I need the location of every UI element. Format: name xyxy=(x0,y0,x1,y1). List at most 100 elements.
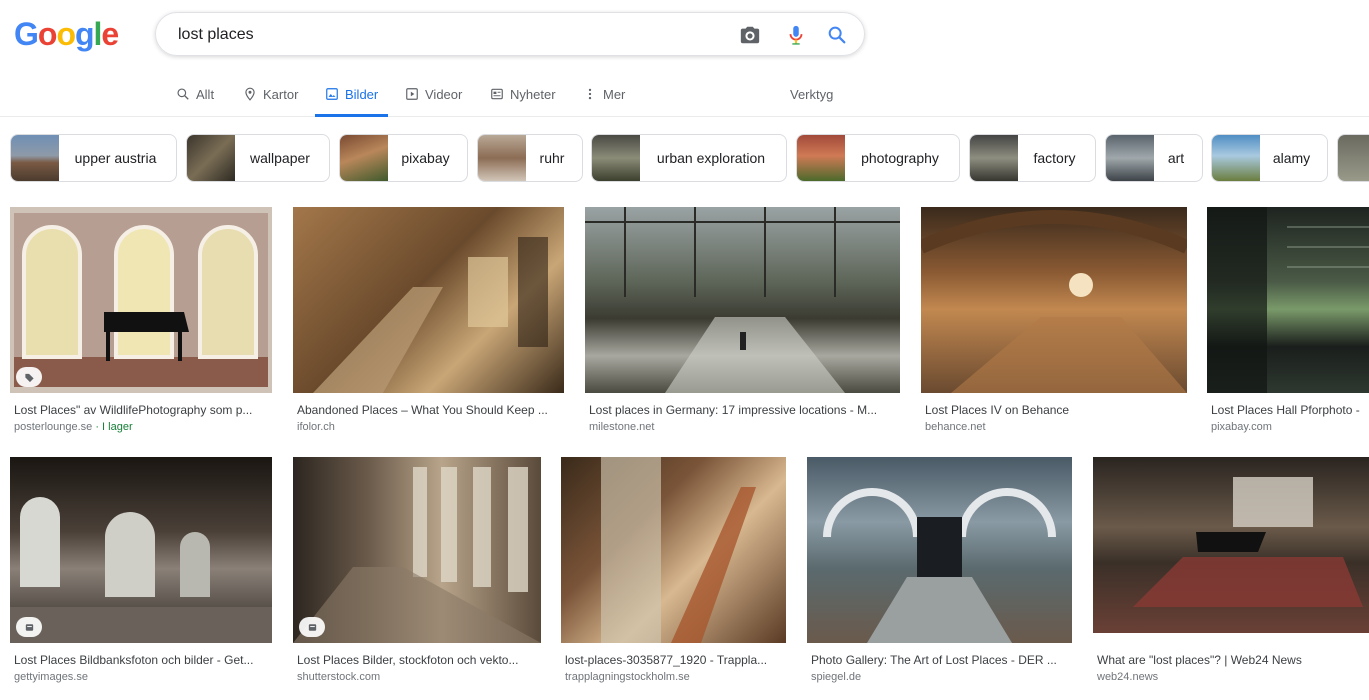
result-title[interactable]: What are "lost places"? | Web24 News xyxy=(1097,653,1369,667)
chip-upper-austria[interactable]: upper austria xyxy=(10,134,177,182)
chip-more[interactable] xyxy=(1337,134,1369,182)
search-tabs: Allt Kartor Bilder Videor Nyheter Mer Ve… xyxy=(0,72,1369,117)
tab-label: Nyheter xyxy=(510,86,556,102)
chip-pixabay[interactable]: pixabay xyxy=(339,134,468,182)
result-image[interactable] xyxy=(10,207,272,393)
chip-label: upper austria xyxy=(74,150,157,166)
result-card[interactable]: Lost Places Bilder, stockfoton och vekto… xyxy=(293,457,541,700)
search-icon[interactable] xyxy=(826,24,848,46)
chip-label: urban exploration xyxy=(656,150,766,166)
chip-thumbnail xyxy=(1106,135,1154,181)
result-image[interactable] xyxy=(293,207,564,393)
result-title[interactable]: Lost Places Hall Pforphoto - xyxy=(1211,403,1369,417)
result-source: posterlounge.se · I lager xyxy=(14,421,133,433)
result-image[interactable] xyxy=(1207,207,1369,393)
result-source: shutterstock.com xyxy=(297,671,381,683)
tab-videor[interactable]: Videor xyxy=(405,72,462,116)
result-title[interactable]: Lost Places IV on Behance xyxy=(925,403,1187,417)
image-content xyxy=(585,207,900,393)
logo-letter: g xyxy=(74,16,95,52)
chip-thumbnail xyxy=(1212,135,1260,181)
image-icon xyxy=(326,88,338,100)
result-image[interactable] xyxy=(293,457,541,643)
result-card[interactable]: Lost Places Hall Pforphoto - pixabay.com xyxy=(1207,207,1369,437)
chip-thumbnail xyxy=(797,135,845,181)
chip-ruhr[interactable]: ruhr xyxy=(477,134,583,182)
logo-letter: o xyxy=(37,16,58,52)
google-logo[interactable]: Google xyxy=(14,16,119,53)
tab-label: Bilder xyxy=(345,86,379,102)
result-card[interactable]: Abandoned Places – What You Should Keep … xyxy=(293,207,564,437)
chip-factory[interactable]: factory xyxy=(969,134,1096,182)
chip-alamy[interactable]: alamy xyxy=(1211,134,1328,182)
image-content xyxy=(10,497,272,643)
result-source: web24.news xyxy=(1097,671,1159,683)
chip-art[interactable]: art xyxy=(1105,134,1203,182)
result-title[interactable]: Lost Places Bildbanksfoton och bilder - … xyxy=(14,653,272,667)
result-card[interactable]: Lost Places Bildbanksfoton och bilder - … xyxy=(10,457,272,700)
logo-letter: e xyxy=(101,16,119,52)
mic-icon[interactable] xyxy=(785,24,807,46)
tab-bilder[interactable]: Bilder xyxy=(315,72,389,117)
chip-thumbnail xyxy=(11,135,59,181)
tab-kartor[interactable]: Kartor xyxy=(243,72,298,116)
logo-letter: G xyxy=(14,16,39,52)
result-title[interactable]: Abandoned Places – What You Should Keep … xyxy=(297,403,564,417)
result-image[interactable] xyxy=(807,457,1072,643)
chip-thumbnail xyxy=(340,135,388,181)
result-image[interactable] xyxy=(585,207,900,393)
image-content xyxy=(293,467,541,643)
result-card[interactable]: Photo Gallery: The Art of Lost Places - … xyxy=(807,457,1072,700)
result-source: spiegel.de xyxy=(811,671,862,683)
result-title[interactable]: Lost Places Bilder, stockfoton och vekto… xyxy=(297,653,541,667)
camera-icon[interactable] xyxy=(739,24,761,46)
search-box xyxy=(155,12,865,56)
related-chips: upper austria wallpaper pixabay ruhr urb… xyxy=(10,134,1369,182)
tab-label: Mer xyxy=(603,86,626,102)
image-content xyxy=(10,207,272,393)
result-image[interactable] xyxy=(1093,457,1369,633)
image-content xyxy=(823,488,1056,643)
chip-label: ruhr xyxy=(539,150,565,166)
tab-nyheter[interactable]: Nyheter xyxy=(490,72,556,116)
result-image[interactable] xyxy=(10,457,272,643)
image-content xyxy=(1207,207,1369,393)
result-title[interactable]: Photo Gallery: The Art of Lost Places - … xyxy=(811,653,1072,667)
image-content xyxy=(921,210,1187,393)
image-content xyxy=(313,237,548,393)
result-card[interactable]: Lost Places" av WildlifePhotography som … xyxy=(10,207,272,437)
result-source: pixabay.com xyxy=(1211,421,1272,433)
tools-label: Verktyg xyxy=(790,86,834,102)
tab-label: Allt xyxy=(196,86,215,102)
tools-button[interactable]: Verktyg xyxy=(790,72,833,116)
map-pin-icon xyxy=(245,87,255,101)
logo-letter: o xyxy=(56,16,76,52)
chip-thumbnail xyxy=(478,135,526,181)
chip-label: alamy xyxy=(1272,150,1311,166)
chip-label: factory xyxy=(1033,150,1076,166)
image-content xyxy=(1133,477,1363,607)
result-card[interactable]: lost-places-3035877_1920 - Trappla... tr… xyxy=(561,457,786,700)
chip-wallpaper[interactable]: wallpaper xyxy=(186,134,330,182)
search-icon xyxy=(177,88,189,100)
search-input[interactable] xyxy=(176,22,720,48)
result-image[interactable] xyxy=(561,457,786,643)
source-domain: posterlounge.se xyxy=(14,421,93,433)
result-card[interactable]: Lost places in Germany: 17 impressive lo… xyxy=(585,207,900,437)
tab-label: Kartor xyxy=(263,86,299,102)
tab-allt[interactable]: Allt xyxy=(176,72,214,116)
news-icon xyxy=(491,88,503,100)
chip-photography[interactable]: photography xyxy=(796,134,960,182)
chip-thumbnail xyxy=(970,135,1018,181)
in-stock-label: · I lager xyxy=(92,421,133,433)
product-tag-icon xyxy=(16,367,42,387)
result-image[interactable] xyxy=(921,207,1187,393)
result-title[interactable]: Lost places in Germany: 17 impressive lo… xyxy=(589,403,900,417)
result-card[interactable]: Lost Places IV on Behance behance.net xyxy=(921,207,1187,437)
result-title[interactable]: lost-places-3035877_1920 - Trappla... xyxy=(565,653,786,667)
result-card[interactable]: What are "lost places"? | Web24 News web… xyxy=(1093,457,1369,700)
chip-thumbnail xyxy=(187,135,235,181)
tab-mer[interactable]: Mer xyxy=(583,72,625,116)
result-title[interactable]: Lost Places" av WildlifePhotography som … xyxy=(14,403,272,417)
chip-urban-exploration[interactable]: urban exploration xyxy=(591,134,787,182)
